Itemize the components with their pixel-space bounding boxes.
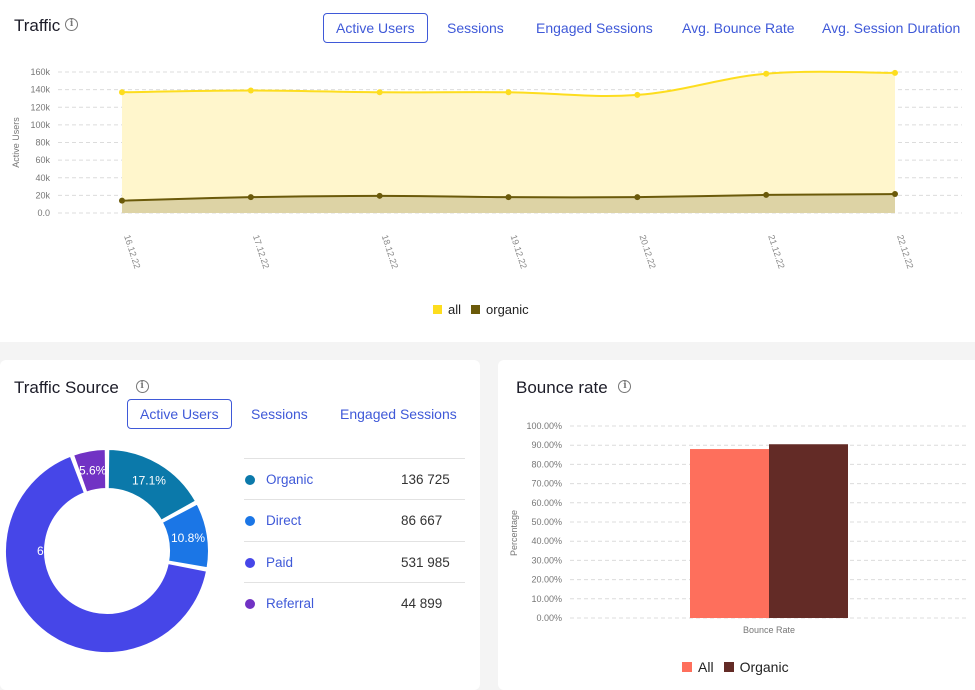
y-tick-label: 90.00% [531,440,562,450]
traffic-card: Traffic i Active Users Sessions Engaged … [0,0,975,342]
x-tick-label: 16.12.22 [122,234,142,270]
point-all [634,91,641,98]
y-tick-label: 10.00% [531,594,562,604]
y-tick-label: 140k [30,85,50,95]
y-axis-label: Active Users [11,117,21,168]
traffic-chart: 0.0 20k 40k 60k 80k 100k 120k 140k 160k Active Us… [11,67,962,270]
point-all [505,89,512,96]
point-all [119,89,125,96]
source-dot [245,557,255,568]
traffic-source-title-text: Traffic Source [14,378,119,397]
source-value: 86 667 [401,513,443,528]
source-dot [245,474,255,485]
y-tick-label: 0.00% [536,613,562,623]
y-tick-label: 160k [30,67,50,77]
x-tick-label: 20.12.22 [637,234,657,270]
legend-label-organic[interactable]: organic [486,302,529,317]
y-tick-label: 40k [35,173,50,183]
y-tick-label: 60k [35,155,50,165]
point-organic [763,191,770,198]
source-row-referral[interactable]: Referral 44 899 [244,582,465,624]
point-all [376,89,383,96]
info-icon[interactable]: i [135,380,149,393]
y-axis-label: Percentage [509,510,519,556]
y-tick-label: 80k [35,138,50,148]
source-value: 531 985 [401,555,450,570]
y-tick-label: 120k [30,102,50,112]
source-tab-sessions[interactable]: Sessions [238,399,321,429]
x-tick-label: 19.12.22 [509,234,529,270]
x-tick-label: 17.12.22 [251,234,271,270]
point-all [247,87,254,94]
source-name[interactable]: Organic [266,472,401,487]
source-tab-engaged-sessions[interactable]: Engaged Sessions [327,399,470,429]
slice-data-label: 5.6% [79,463,107,477]
x-tick-label: 22.12.22 [895,234,915,270]
legend-label-all[interactable]: All [698,659,714,675]
slice-data-label: 10.8% [171,531,205,545]
source-value: 136 725 [401,472,450,487]
legend-swatch-organic [471,305,481,314]
legend-swatch-all [433,305,442,314]
y-tick-label: 100k [30,120,50,130]
point-organic [505,194,512,201]
point-organic [634,194,641,201]
source-name[interactable]: Paid [266,555,401,570]
x-tick-label: 21.12.22 [766,234,786,270]
traffic-legend: all organic [433,302,529,317]
bar-all [690,449,769,618]
source-name[interactable]: Referral [266,596,401,611]
source-row-direct[interactable]: Direct 86 667 [244,499,465,541]
bounce-rate-card: Bounce rate i 0.00% 10.00% 20.00% 30.00% 40.… [498,360,975,690]
legend-label-all[interactable]: all [448,302,461,317]
legend-label-organic[interactable]: Organic [740,659,789,675]
traffic-source-donut: 17.1% 10.8% 66.5% 5.6% [4,447,210,654]
legend-swatch-organic [723,662,734,672]
y-tick-label: 40.00% [531,536,562,546]
y-tick-label: 70.00% [531,479,562,489]
y-tick-label: 80.00% [531,459,562,469]
source-row-organic[interactable]: Organic 136 725 [244,458,465,500]
bounce-legend: All Organic [682,659,789,675]
legend-swatch-all [682,662,692,672]
source-dot [245,598,255,609]
x-tick-label: Bounce Rate [743,625,795,635]
bar-organic [769,444,848,618]
source-name[interactable]: Direct [266,513,401,528]
y-tick-label: 50.00% [531,517,562,527]
y-tick-label: 60.00% [531,498,562,508]
source-dot [245,515,255,526]
slice-data-label: 66.5% [37,544,71,558]
point-all [763,70,770,77]
y-tick-label: 20.00% [531,575,562,585]
y-tick-label: 30.00% [531,555,562,565]
traffic-source-card: Traffic Source i Active Users Sessions E… [0,360,480,690]
traffic-source-title: Traffic Source i [14,378,149,398]
source-value: 44 899 [401,596,443,611]
source-tab-active-users[interactable]: Active Users [127,399,232,429]
point-organic [376,192,383,199]
slice-data-label: 17.1% [132,474,166,488]
point-organic [247,194,254,201]
bounce-rate-chart: 0.00% 10.00% 20.00% 30.00% 40.00% 50.00% 60.00… [509,421,968,635]
point-organic [892,191,898,198]
y-tick-label: 20k [35,190,50,200]
point-all [892,69,898,76]
x-tick-label: 18.12.22 [380,234,400,270]
source-row-paid[interactable]: Paid 531 985 [244,541,465,583]
y-tick-label: 0.0 [37,208,50,218]
point-organic [119,197,125,204]
y-tick-label: 100.00% [526,421,562,431]
